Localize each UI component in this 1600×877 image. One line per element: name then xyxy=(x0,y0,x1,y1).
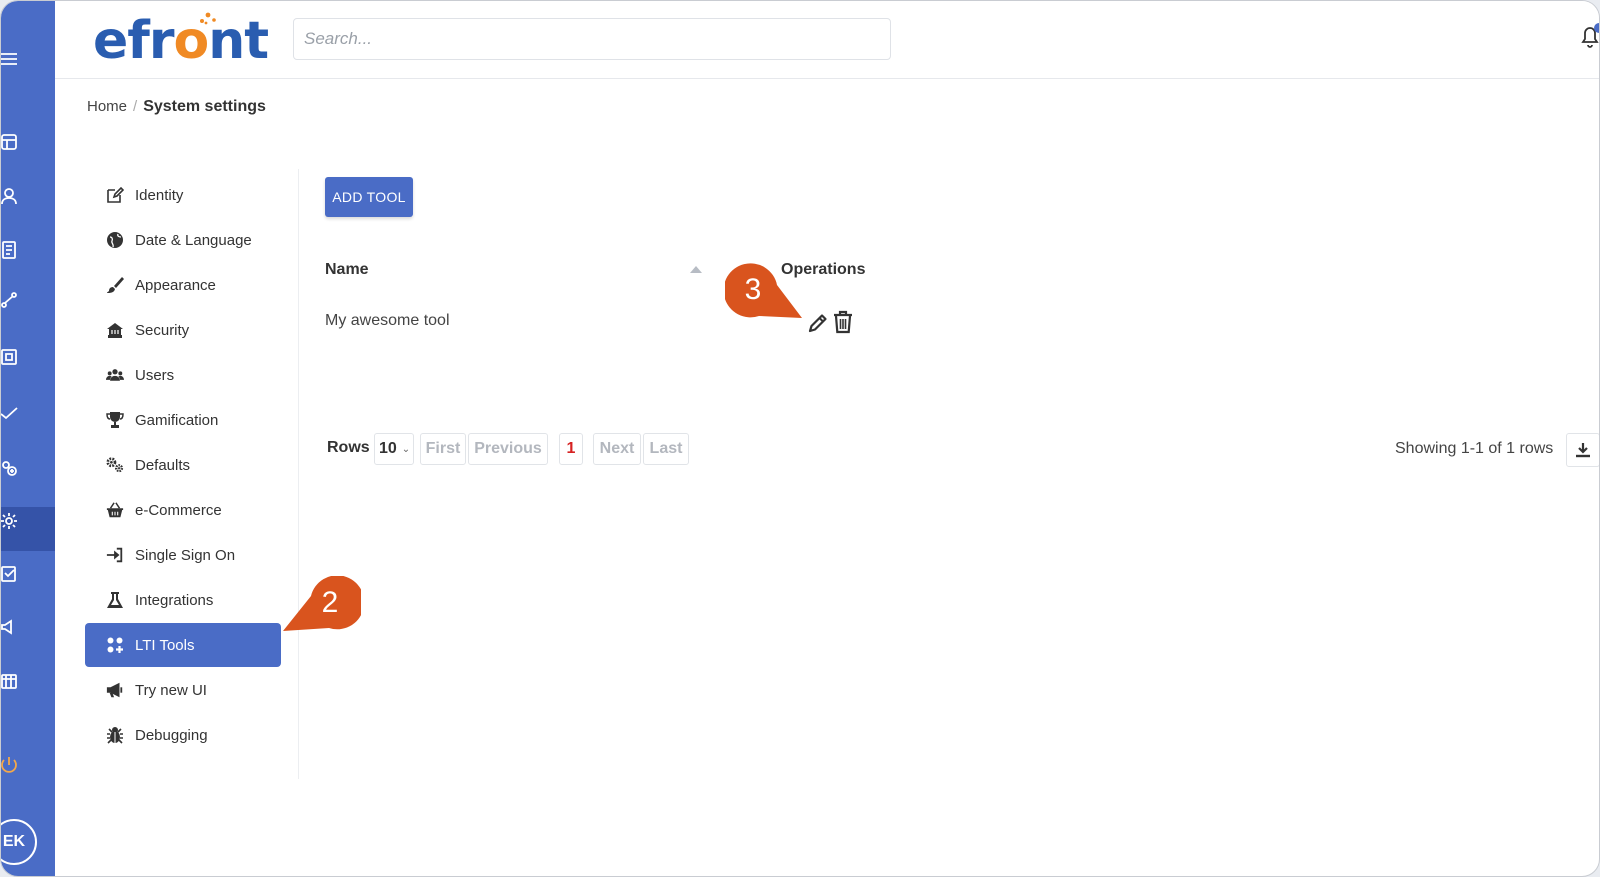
pagination-previous[interactable]: Previous xyxy=(468,433,548,465)
settings-nav-lti-tools[interactable]: LTI Tools xyxy=(85,623,281,667)
megaphone-icon xyxy=(105,680,125,700)
flask-icon xyxy=(105,590,125,610)
settings-nav-defaults[interactable]: Defaults xyxy=(85,443,281,487)
column-header-name[interactable]: Name xyxy=(325,261,369,279)
settings-nav-appearance[interactable]: Appearance xyxy=(85,263,281,307)
logo-spark-icon xyxy=(200,12,216,25)
settings-nav-security[interactable]: Security xyxy=(85,308,281,352)
courses-icon[interactable] xyxy=(1,238,21,262)
pagination-next[interactable]: Next xyxy=(593,433,641,465)
settings-nav-debugging[interactable]: Debugging xyxy=(85,713,281,757)
settings-nav-label: Date & Language xyxy=(135,231,252,249)
avatar[interactable]: EK xyxy=(1,819,37,865)
settings-nav-label: Defaults xyxy=(135,456,191,474)
branches-icon[interactable] xyxy=(1,345,21,369)
settings-nav-label: Identity xyxy=(135,186,184,204)
settings-nav-label: Appearance xyxy=(135,276,216,294)
sort-ascending-icon[interactable] xyxy=(690,266,702,273)
edit-icon xyxy=(105,185,125,205)
rows-per-page-select[interactable]: 10 ⌄ xyxy=(374,433,414,465)
calendar-icon[interactable] xyxy=(1,669,21,693)
power-icon[interactable] xyxy=(1,753,21,777)
settings-nav-identity[interactable]: Identity xyxy=(85,173,281,217)
add-group-icon[interactable] xyxy=(1,456,21,480)
announcements-icon[interactable] xyxy=(1,615,21,639)
settings-nav-label: Single Sign On xyxy=(135,546,236,564)
breadcrumb-current: System settings xyxy=(143,98,266,115)
gears-icon xyxy=(105,455,125,475)
settings-nav-ecommerce[interactable]: e-Commerce xyxy=(85,488,281,532)
sign-in-icon xyxy=(105,545,125,565)
chevron-down-icon: ⌄ xyxy=(401,443,411,455)
paths-icon[interactable] xyxy=(1,288,21,312)
settings-nav-label: e-Commerce xyxy=(135,501,222,519)
lti-icon xyxy=(105,635,125,655)
callout-number-3: 3 xyxy=(744,273,762,306)
settings-nav-integrations[interactable]: Integrations xyxy=(85,578,281,622)
settings-nav-label: Users xyxy=(135,366,175,384)
edit-pencil-icon[interactable] xyxy=(807,312,829,334)
settings-nav-gamification[interactable]: Gamification xyxy=(85,398,281,442)
table-row-name: My awesome tool xyxy=(325,312,450,329)
nav-divider xyxy=(298,169,299,779)
brush-icon xyxy=(105,275,125,295)
settings-nav-users[interactable]: Users xyxy=(85,353,281,397)
globe-icon xyxy=(105,230,125,250)
user-icon[interactable] xyxy=(1,184,21,208)
breadcrumb-separator: / xyxy=(133,98,138,115)
settings-nav-label: Gamification xyxy=(135,411,219,429)
pagination-current-page[interactable]: 1 xyxy=(559,433,583,465)
left-rail: EK xyxy=(1,1,55,876)
trophy-icon xyxy=(105,410,125,430)
pagination-last[interactable]: Last xyxy=(643,433,689,465)
settings-nav-try-new-ui[interactable]: Try new UI xyxy=(85,668,281,712)
basket-icon xyxy=(105,500,125,520)
settings-nav-single-sign-on[interactable]: Single Sign On xyxy=(85,533,281,577)
top-header: efront xyxy=(55,1,1599,79)
rows-label: Rows xyxy=(327,439,370,456)
download-button[interactable] xyxy=(1566,433,1599,467)
download-icon xyxy=(1576,443,1590,458)
reports-icon[interactable] xyxy=(1,400,21,424)
security-icon xyxy=(105,320,125,340)
settings-nav-date-language[interactable]: Date & Language xyxy=(85,218,281,262)
delete-trash-icon[interactable] xyxy=(833,310,853,334)
dashboard-icon[interactable] xyxy=(1,130,21,154)
menu-icon[interactable] xyxy=(1,47,21,71)
breadcrumb: Home / System settings xyxy=(87,98,266,116)
bug-icon xyxy=(105,725,125,745)
settings-nav: Identity Date & Language Appearance Secu… xyxy=(85,173,281,758)
settings-nav-label: Debugging xyxy=(135,726,208,744)
settings-nav-label: Integrations xyxy=(135,591,214,609)
rows-per-page-value: 10 xyxy=(379,440,397,457)
add-tool-button[interactable]: ADD TOOL xyxy=(325,177,413,217)
settings-icon[interactable] xyxy=(1,509,21,533)
assignments-icon[interactable] xyxy=(1,562,21,586)
settings-nav-label: Security xyxy=(135,321,190,339)
callout-number-2: 2 xyxy=(321,586,339,619)
users-icon xyxy=(105,365,125,385)
notifications-bell-icon[interactable] xyxy=(1575,21,1600,51)
logo-text: efront xyxy=(93,11,269,71)
settings-nav-label: LTI Tools xyxy=(135,636,195,654)
app-window: EK efront Home / System settings Identity xyxy=(0,0,1600,877)
settings-nav-label: Try new UI xyxy=(135,681,207,699)
pagination-first[interactable]: First xyxy=(420,433,466,465)
search-input[interactable] xyxy=(293,18,891,60)
efront-logo[interactable]: efront xyxy=(93,11,283,71)
breadcrumb-home[interactable]: Home xyxy=(87,98,127,115)
pagination-summary: Showing 1-1 of 1 rows xyxy=(1395,440,1554,457)
